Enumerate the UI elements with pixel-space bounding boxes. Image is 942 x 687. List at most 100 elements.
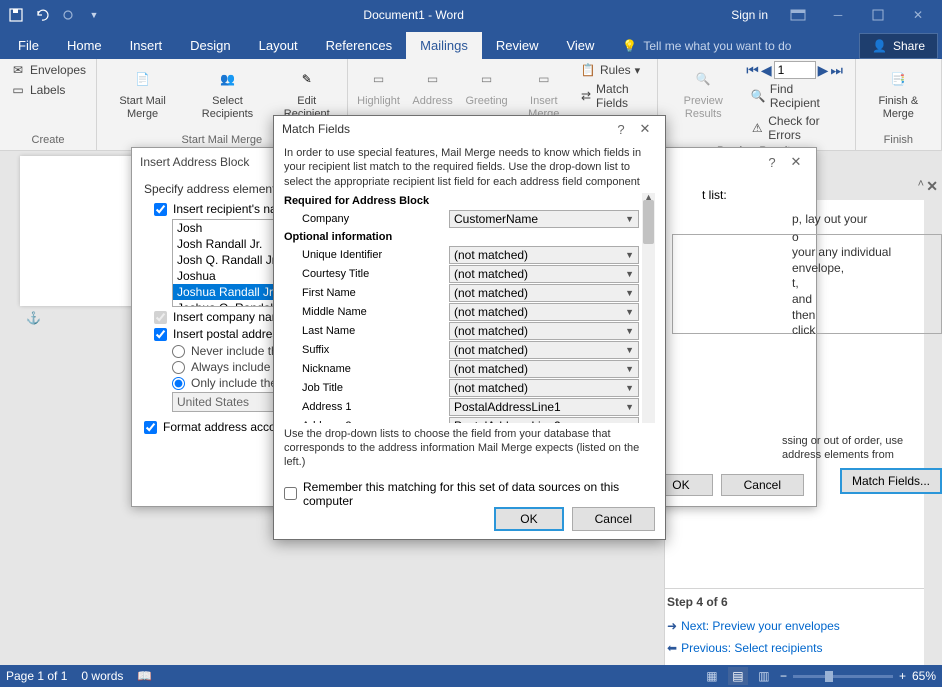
mf-label: Suffix	[284, 344, 449, 356]
mf-title-text: Match Fields	[282, 122, 350, 136]
mf-cancel-button[interactable]: Cancel	[572, 507, 655, 531]
check-icon: ⚠	[750, 120, 764, 136]
maximize-icon[interactable]	[858, 0, 898, 29]
mf-select-first[interactable]: (not matched)▼	[449, 284, 639, 302]
select-rec-icon: 👥	[211, 63, 243, 95]
mf-label: Last Name	[284, 325, 449, 337]
match-fields-dialog: Match Fields ? ✕ In order to use special…	[273, 115, 666, 540]
mf-select-courtesy[interactable]: (not matched)▼	[449, 265, 639, 283]
mf-select-addr2[interactable]: PostalAddressLine2▼	[449, 417, 639, 423]
scroll-thumb[interactable]	[643, 200, 654, 244]
mf-select-company[interactable]: CustomerName▼	[449, 210, 639, 228]
chk-format[interactable]	[144, 421, 157, 434]
preview-icon: 🔍	[687, 63, 719, 95]
undo-icon[interactable]	[30, 3, 54, 27]
radio-only[interactable]	[172, 377, 185, 390]
zoom-handle[interactable]	[825, 671, 833, 682]
mf-close-icon[interactable]: ✕	[633, 121, 657, 137]
mf-label: Address 1	[284, 401, 449, 413]
share-button[interactable]: 👤Share	[859, 33, 938, 59]
select-recipients-button[interactable]: 👥Select Recipients	[186, 61, 269, 123]
prev-step-link[interactable]: ⬅Previous: Select recipients	[665, 637, 924, 659]
start-mail-merge-button[interactable]: 📄Start Mail Merge	[103, 61, 182, 123]
iab-close-icon[interactable]: ✕	[784, 154, 808, 170]
window-title: Document1 - Word	[106, 8, 721, 22]
redo-icon[interactable]	[56, 3, 80, 27]
mf-select-job[interactable]: (not matched)▼	[449, 379, 639, 397]
print-layout-icon[interactable]: ▤	[728, 667, 748, 685]
match-fields-menu[interactable]: ⇄Match Fields	[576, 81, 651, 111]
radio-never[interactable]	[172, 345, 185, 358]
finish-icon: 📑	[882, 63, 914, 95]
zoom-in-icon[interactable]: +	[899, 669, 906, 683]
mf-ok-button[interactable]: OK	[494, 507, 563, 531]
envelopes-icon: ✉	[10, 62, 26, 78]
address-button: ▭Address	[408, 61, 458, 110]
zoom-slider[interactable]	[793, 675, 893, 678]
tab-file[interactable]: File	[4, 32, 53, 59]
chk-remember[interactable]	[284, 487, 297, 500]
mf-select-last[interactable]: (not matched)▼	[449, 322, 639, 340]
qat-dropdown-icon[interactable]: ▼	[82, 3, 106, 27]
chevron-down-icon: ▼	[625, 326, 634, 336]
tab-view[interactable]: View	[552, 32, 608, 59]
mf-select-suffix[interactable]: (not matched)▼	[449, 341, 639, 359]
word-count[interactable]: 0 words	[81, 669, 123, 683]
close-icon[interactable]: ✕	[898, 0, 938, 29]
bulb-icon: 💡	[622, 39, 637, 53]
mf-titlebar: Match Fields ? ✕	[274, 116, 665, 142]
chk-insert-name[interactable]	[154, 203, 167, 216]
tab-home[interactable]: Home	[53, 32, 116, 59]
tab-design[interactable]: Design	[176, 32, 244, 59]
arrow-right-icon: ➜	[667, 619, 677, 633]
group-preview: 🔍Preview Results ⏮ ◀ ▶ ⏭ 🔍Find Recipient…	[658, 59, 855, 150]
mf-required-header: Required for Address Block	[284, 193, 655, 209]
save-icon[interactable]	[4, 3, 28, 27]
radio-always[interactable]	[172, 361, 185, 374]
finish-merge-button[interactable]: 📑Finish & Merge	[862, 61, 935, 123]
labels-button[interactable]: ▭Labels	[6, 81, 69, 99]
page-indicator[interactable]: Page 1 of 1	[6, 669, 67, 683]
greeting-button: ▭Greeting	[462, 61, 512, 110]
tab-insert[interactable]: Insert	[116, 32, 177, 59]
chk-postal[interactable]	[154, 328, 167, 341]
read-mode-icon[interactable]: ▦	[702, 667, 722, 685]
envelopes-button[interactable]: ✉Envelopes	[6, 61, 90, 79]
zoom-out-icon[interactable]: −	[780, 669, 787, 683]
web-layout-icon[interactable]: ▥	[754, 667, 774, 685]
chevron-down-icon: ▼	[625, 214, 634, 224]
tab-review[interactable]: Review	[482, 32, 553, 59]
first-rec-icon[interactable]: ⏮	[746, 62, 759, 79]
rules-menu[interactable]: 📋Rules ▾	[576, 61, 651, 79]
signin-link[interactable]: Sign in	[721, 8, 778, 22]
iab-help-icon[interactable]: ?	[760, 155, 784, 170]
iab-cancel-button[interactable]: Cancel	[721, 474, 804, 496]
chevron-down-icon: ▼	[625, 421, 634, 423]
mf-select-addr1[interactable]: PostalAddressLine1▼	[449, 398, 639, 416]
check-errors-button[interactable]: ⚠Check for Errors	[746, 113, 848, 143]
mf-help-icon[interactable]: ?	[609, 122, 633, 137]
match-fields-icon: ⇄	[580, 88, 592, 104]
next-step-link[interactable]: ➜Next: Preview your envelopes	[665, 615, 924, 637]
prev-rec-icon[interactable]: ◀	[761, 62, 772, 79]
group-create: ✉Envelopes ▭Labels Create	[0, 59, 97, 150]
tell-me-field[interactable]: 💡Tell me what you want to do	[608, 33, 805, 59]
spellcheck-icon[interactable]: 📖	[137, 669, 152, 683]
preview-results-button: 🔍Preview Results	[664, 61, 742, 123]
mf-select-uid[interactable]: (not matched)▼	[449, 246, 639, 264]
mf-select-nick[interactable]: (not matched)▼	[449, 360, 639, 378]
mf-select-middle[interactable]: (not matched)▼	[449, 303, 639, 321]
mf-intro-text: In order to use special features, Mail M…	[274, 142, 665, 193]
ribbon-options-icon[interactable]	[778, 0, 818, 29]
match-fields-button[interactable]: Match Fields...	[840, 468, 942, 494]
last-rec-icon[interactable]: ⏭	[830, 62, 843, 79]
mf-scrollbar[interactable]: ▲	[642, 193, 655, 423]
tab-mailings[interactable]: Mailings	[406, 32, 482, 59]
next-rec-icon[interactable]: ▶	[818, 62, 829, 79]
minimize-icon[interactable]: ─	[818, 0, 858, 29]
record-number-input[interactable]	[774, 61, 816, 79]
tab-references[interactable]: References	[312, 32, 406, 59]
chk-company[interactable]	[154, 311, 167, 324]
zoom-level[interactable]: 65%	[912, 669, 936, 683]
tab-layout[interactable]: Layout	[245, 32, 312, 59]
